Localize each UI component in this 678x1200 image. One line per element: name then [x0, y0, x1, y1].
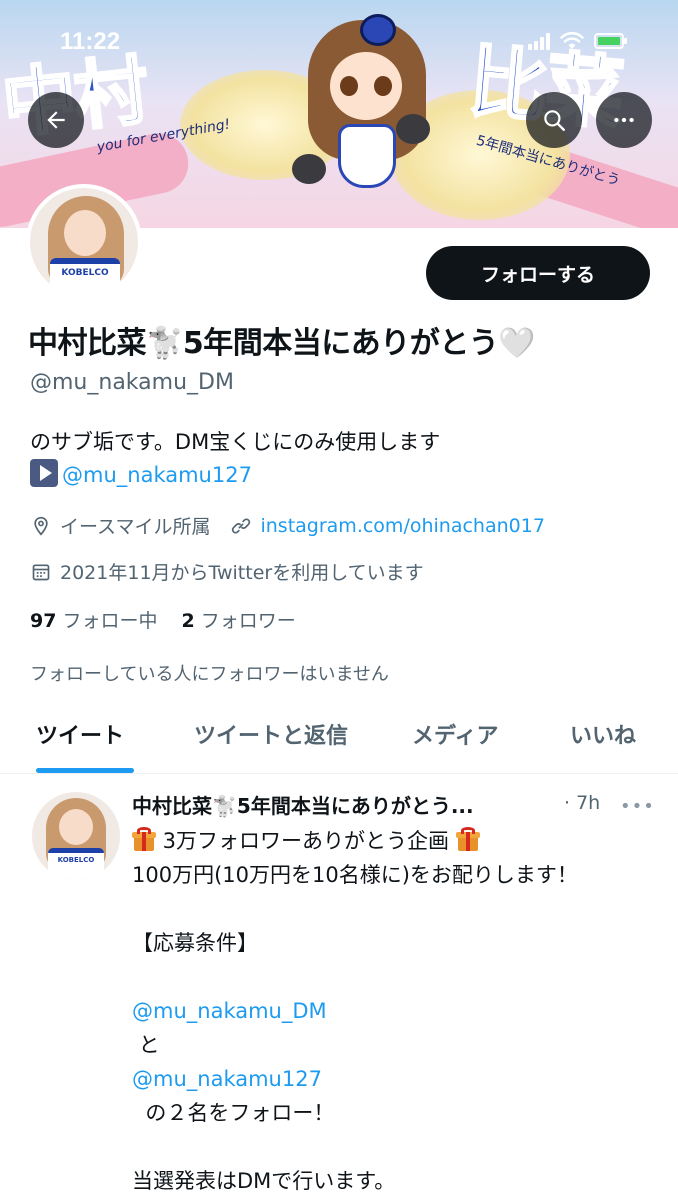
- tweet-avatar-logo-text: KOBELCO: [57, 856, 95, 864]
- search-icon: [544, 110, 565, 131]
- following-label: フォロー中: [62, 610, 158, 632]
- followers-link[interactable]: 2 フォロワー: [182, 610, 296, 632]
- bio-text: のサブ垢です。DM宝くじにのみ使用します: [30, 430, 441, 454]
- profile-website-link[interactable]: instagram.com/ohinachan017: [260, 515, 544, 537]
- profile-joined-date: 2021年11月からTwitterを利用しています: [60, 562, 424, 584]
- gift-icon: [132, 827, 156, 852]
- profile-tabs: ツイート ツイートと返信 メディア いいね: [0, 700, 678, 774]
- tab-media[interactable]: メディア: [412, 718, 498, 750]
- tweet-body: 3万フォロワーありがとう企画 100万円(10万円を10名様に)をお配りします！…: [132, 824, 652, 1198]
- location-pin-icon: [30, 515, 52, 537]
- tweet-line: 【応募条件】: [132, 931, 258, 955]
- wifi-icon: [560, 31, 584, 50]
- tweet-line: と: [132, 1033, 160, 1057]
- active-tab-indicator: [36, 768, 134, 773]
- profile-display-name: 中村比菜🐩5年間本当にありがとう🤍: [28, 326, 536, 361]
- tab-tweets[interactable]: ツイート: [36, 718, 124, 750]
- profile-bio: のサブ垢です。DM宝くじにのみ使用します @mu_nakamu127: [30, 426, 650, 492]
- tweet-line: の２名をフォロー！: [132, 1101, 335, 1125]
- status-icons: [528, 30, 627, 52]
- arrow-left-icon: [47, 111, 65, 129]
- battery-icon: [594, 33, 627, 49]
- following-count: 97: [30, 610, 57, 632]
- gift-icon: [455, 827, 480, 852]
- followers-label: フォロワー: [200, 610, 296, 632]
- tweet-text: 3万フォロワーありがとう企画: [156, 829, 456, 853]
- tweet-line: 100万円(10万円を10名様に)をお配りします！: [132, 863, 578, 887]
- profile-location: イースマイル所属: [60, 516, 211, 538]
- status-time: 11:22: [60, 28, 121, 55]
- search-button[interactable]: [526, 92, 582, 148]
- tweet-line: 3万フォロワーありがとう企画: [132, 824, 652, 858]
- play-button-icon: [30, 459, 58, 487]
- follow-counts: 97 フォロー中 2 フォロワー: [30, 606, 296, 633]
- tweet-more-button[interactable]: •••: [620, 796, 655, 817]
- profile-joined-row: 2021年11月からTwitterを利用しています: [30, 558, 424, 585]
- tweet-avatar[interactable]: KOBELCO: [32, 792, 120, 880]
- tab-tweets-and-replies[interactable]: ツイートと返信: [194, 718, 348, 750]
- followers-you-know-note: フォローしている人にフォロワーはいません: [30, 664, 389, 685]
- followers-count: 2: [181, 610, 195, 632]
- follow-button[interactable]: フォローする: [426, 246, 650, 300]
- avatar-logo-text: KOBELCO: [61, 268, 109, 278]
- signal-icon: [528, 32, 550, 50]
- more-button[interactable]: [596, 92, 652, 148]
- tweet-mention-link[interactable]: @mu_nakamu_DM: [132, 994, 652, 1028]
- banner-character-illustration: [292, 14, 430, 214]
- more-horizontal-icon: [614, 117, 634, 123]
- profile-meta-row: イースマイル所属 instagram.com/ohinachan017: [30, 512, 545, 539]
- tweet-timestamp: · 7h: [564, 792, 601, 814]
- following-link[interactable]: 97 フォロー中: [30, 610, 157, 632]
- tweet-line: 当選発表はDMで行います。: [132, 1169, 396, 1193]
- link-icon: [230, 515, 252, 537]
- tweet-author-name[interactable]: 中村比菜🐩5年間本当にありがとう...: [132, 790, 474, 819]
- back-button[interactable]: [28, 92, 84, 148]
- profile-avatar[interactable]: KOBELCO: [26, 184, 142, 300]
- tweet-mention-link[interactable]: @mu_nakamu127: [132, 1062, 652, 1096]
- profile-handle: @mu_nakamu_DM: [30, 370, 234, 395]
- calendar-icon: [30, 561, 52, 583]
- tab-likes[interactable]: いいね: [570, 718, 636, 750]
- bio-mention-link[interactable]: @mu_nakamu127: [62, 463, 252, 487]
